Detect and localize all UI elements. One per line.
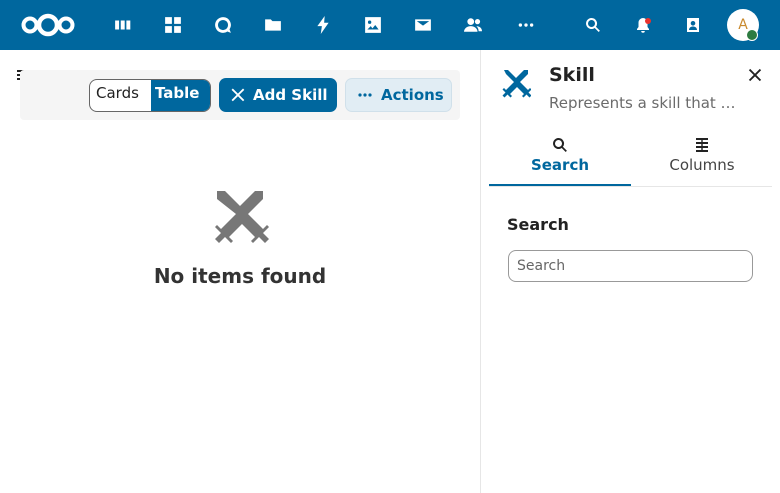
swords-icon (501, 69, 532, 99)
top-bar: A (0, 0, 780, 50)
swords-icon (211, 189, 269, 243)
actions-label: Actions (381, 86, 444, 104)
tab-search[interactable]: Search (489, 135, 631, 187)
notification-dot (645, 18, 651, 24)
search-heading: Search (507, 215, 569, 234)
add-skill-button[interactable]: Add Skill (219, 78, 337, 112)
talk-icon[interactable] (211, 13, 235, 37)
tab-columns[interactable]: Columns (631, 135, 773, 187)
close-icon (748, 68, 762, 82)
magnify-icon (553, 138, 567, 152)
empty-state-message: No items found (153, 264, 327, 288)
close-sidebar-button[interactable] (745, 65, 765, 85)
activity-icon[interactable] (311, 13, 335, 37)
search-input[interactable] (508, 250, 753, 282)
sidebar-subtitle: Represents a skill that … (549, 94, 736, 112)
contacts-icon[interactable] (461, 13, 485, 37)
columns-icon (696, 138, 708, 152)
tabs-divider (489, 186, 772, 187)
actions-button[interactable]: Actions (345, 78, 452, 112)
photos-icon[interactable] (361, 13, 385, 37)
notifications-icon[interactable] (631, 13, 655, 37)
more-horizontal-icon (358, 93, 372, 97)
swords-icon (231, 88, 245, 102)
view-table-button[interactable]: Table (151, 80, 210, 111)
mail-icon[interactable] (411, 13, 435, 37)
contacts-menu-icon[interactable] (681, 13, 705, 37)
dashboard-icon[interactable] (111, 13, 135, 37)
search-icon[interactable] (581, 13, 605, 37)
sidebar-title: Skill (549, 64, 595, 86)
status-online-icon (746, 29, 758, 41)
add-skill-label: Add Skill (253, 86, 328, 104)
view-cards-button[interactable]: Cards (96, 84, 139, 102)
nextcloud-logo-icon[interactable] (20, 11, 76, 39)
files-icon[interactable] (261, 13, 285, 37)
more-apps-icon[interactable] (514, 13, 538, 37)
tab-search-label: Search (530, 156, 590, 174)
tab-columns-label: Columns (669, 156, 735, 174)
apps-icon[interactable] (161, 13, 185, 37)
